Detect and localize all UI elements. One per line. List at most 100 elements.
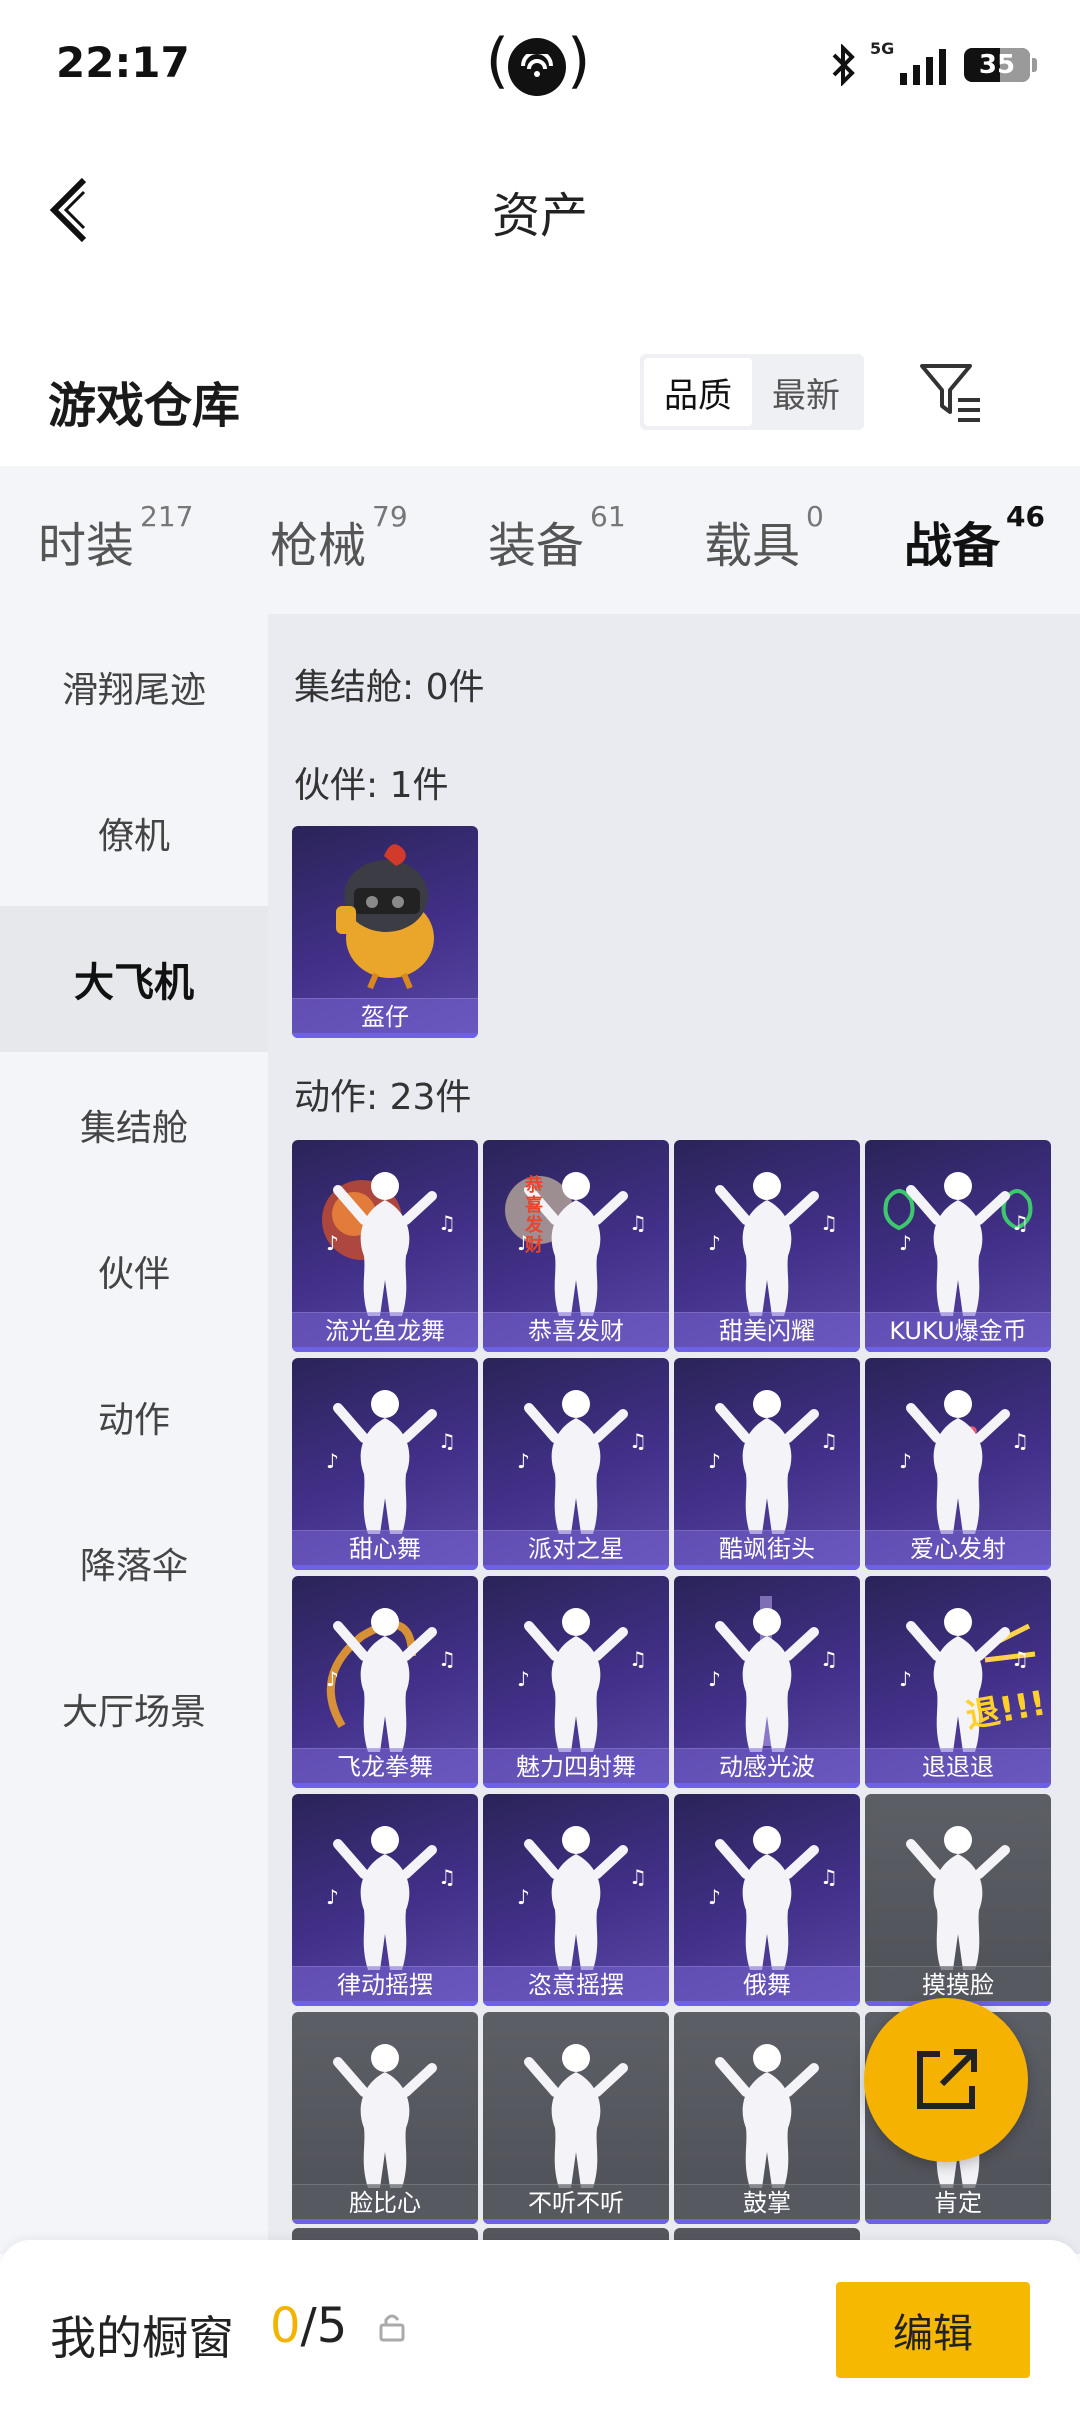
sidebar-item-lobby-scene[interactable]: 大厅场景 bbox=[0, 1636, 268, 1782]
showcase-count-current: 0 bbox=[270, 2298, 301, 2354]
tab-label: 枪械 bbox=[270, 518, 367, 574]
card-rarity-bar bbox=[674, 1347, 860, 1352]
card-rarity-bar bbox=[483, 1565, 669, 1570]
tab-label: 装备 bbox=[488, 518, 585, 574]
emote-card[interactable]: 鼓掌 bbox=[674, 2012, 860, 2224]
tab-label: 载具 bbox=[704, 518, 801, 574]
card-label: 派对之星 bbox=[528, 1535, 624, 1563]
emote-card[interactable]: ♪ ♫ 动感光波 bbox=[674, 1576, 860, 1788]
card-rarity-bar bbox=[292, 1565, 478, 1570]
tab-combat-gear[interactable]: 战备46 bbox=[904, 500, 1045, 626]
card-rarity-bar bbox=[292, 1033, 478, 1038]
svg-text:♪: ♪ bbox=[517, 1885, 530, 1909]
svg-text:♫: ♫ bbox=[438, 1211, 456, 1235]
status-time: 22:17 bbox=[56, 38, 190, 87]
emote-card[interactable]: ♪ ♫ 律动摇摆 bbox=[292, 1794, 478, 2006]
edit-button[interactable]: 编辑 bbox=[836, 2282, 1030, 2378]
card-label: 脸比心 bbox=[349, 2189, 421, 2217]
emotes-section-title: 动作: 23件 bbox=[294, 1077, 472, 1118]
card-label: 流光鱼龙舞 bbox=[325, 1317, 445, 1345]
sidebar-item-rally-pod[interactable]: 集结舱 bbox=[0, 1052, 268, 1198]
sidebar-item-emotes[interactable]: 动作 bbox=[0, 1344, 268, 1490]
filter-icon[interactable] bbox=[918, 360, 984, 426]
card-rarity-bar bbox=[865, 1347, 1051, 1352]
sort-quality-button[interactable]: 品质 bbox=[644, 358, 752, 426]
category-tabs: 时装217 枪械79 装备61 载具0 战备46 bbox=[0, 466, 1080, 626]
tab-count: 0 bbox=[806, 500, 824, 533]
section-title: 游戏仓库 bbox=[48, 378, 241, 434]
emote-card[interactable]: ♪ ♫ 流光鱼龙舞 bbox=[292, 1140, 478, 1352]
card-label: 甜心舞 bbox=[349, 1535, 421, 1563]
sidebar-item-partner[interactable]: 伙伴 bbox=[0, 1198, 268, 1344]
tab-vehicles[interactable]: 载具0 bbox=[704, 500, 824, 576]
dynamic-island: () bbox=[485, 26, 591, 96]
tab-count: 46 bbox=[1006, 500, 1045, 533]
tab-guns[interactable]: 枪械79 bbox=[270, 500, 408, 576]
partner-card[interactable]: 盔仔 bbox=[292, 826, 478, 1038]
svg-text:♪: ♪ bbox=[326, 1667, 339, 1691]
partner-section-title: 伙伴: 1件 bbox=[294, 765, 449, 806]
showcase-label: 我的橱窗 bbox=[50, 2311, 234, 2365]
emote-card[interactable]: ♪ ♫ KUKU爆金币 bbox=[865, 1140, 1051, 1352]
emote-card[interactable]: ♪ ♫ 酷飒街头 bbox=[674, 1358, 860, 1570]
svg-text:♫: ♫ bbox=[629, 1865, 647, 1889]
svg-text:♫: ♫ bbox=[438, 1865, 456, 1889]
svg-text:♪: ♪ bbox=[517, 1667, 530, 1691]
card-rarity-bar bbox=[483, 1783, 669, 1788]
emote-card[interactable]: 摸摸脸 bbox=[865, 1794, 1051, 2006]
card-rarity-bar bbox=[292, 2219, 478, 2224]
svg-text:♫: ♫ bbox=[1011, 1211, 1029, 1235]
emote-card[interactable]: ♪ ♫ 魅力四射舞 bbox=[483, 1576, 669, 1788]
emote-card[interactable]: ♪ ♫ 飞龙拳舞 bbox=[292, 1576, 478, 1788]
card-label: 飞龙拳舞 bbox=[337, 1753, 433, 1781]
emote-card[interactable]: ♪ ♫ 恣意摇摆 bbox=[483, 1794, 669, 2006]
card-rarity-bar bbox=[674, 2001, 860, 2006]
sidebar: 滑翔尾迹 僚机 大飞机 集结舱 伙伴 动作 降落伞 大厅场景 bbox=[0, 614, 268, 2254]
sidebar-item-glide-trail[interactable]: 滑翔尾迹 bbox=[0, 614, 268, 760]
emote-card[interactable]: ♪ ♫ 恭喜发财 恭喜发财 bbox=[483, 1140, 669, 1352]
svg-text:♫: ♫ bbox=[629, 1429, 647, 1453]
card-rarity-bar bbox=[292, 2001, 478, 2006]
emote-card[interactable]: ♪ ♫ 俄舞 bbox=[674, 1794, 860, 2006]
emote-card[interactable]: ♪ ♫ 甜心舞 bbox=[292, 1358, 478, 1570]
svg-text:♫: ♫ bbox=[438, 1429, 456, 1453]
tab-fashion[interactable]: 时装217 bbox=[38, 500, 193, 576]
card-rarity-bar bbox=[292, 1347, 478, 1352]
emote-card[interactable]: ♪ ♫ 派对之星 bbox=[483, 1358, 669, 1570]
emote-card[interactable]: ♪ ♫ 爱心发射 bbox=[865, 1358, 1051, 1570]
card-label: 肯定 bbox=[934, 2189, 982, 2217]
svg-text:♫: ♫ bbox=[820, 1865, 838, 1889]
emote-card[interactable]: ♪ ♫ 甜美闪耀 bbox=[674, 1140, 860, 1352]
sidebar-item-parachute[interactable]: 降落伞 bbox=[0, 1490, 268, 1636]
svg-text:♪: ♪ bbox=[326, 1885, 339, 1909]
bottom-bar: 我的橱窗 0/5 编辑 bbox=[0, 2240, 1080, 2414]
card-label: 不听不听 bbox=[528, 2189, 624, 2217]
svg-text:♪: ♪ bbox=[517, 1449, 530, 1473]
emote-card[interactable]: 脸比心 bbox=[292, 2012, 478, 2224]
svg-text:♫: ♫ bbox=[820, 1647, 838, 1671]
svg-text:♪: ♪ bbox=[708, 1667, 721, 1691]
network-type: 5G bbox=[870, 39, 895, 58]
card-label: 恭喜发财 bbox=[528, 1317, 624, 1345]
svg-text:♪: ♪ bbox=[899, 1667, 912, 1691]
nav-bar: 资产 bbox=[0, 130, 1080, 280]
card-rarity-bar bbox=[865, 2219, 1051, 2224]
svg-text:♪: ♪ bbox=[708, 1231, 721, 1255]
emote-card[interactable]: ♪ ♫ 退退退 退!!! bbox=[865, 1576, 1051, 1788]
svg-text:♫: ♫ bbox=[1011, 1647, 1029, 1671]
svg-text:♫: ♫ bbox=[820, 1211, 838, 1235]
card-label: 俄舞 bbox=[743, 1971, 791, 1999]
card-label: 爱心发射 bbox=[910, 1535, 1006, 1563]
card-label: 甜美闪耀 bbox=[719, 1317, 815, 1345]
sort-newest-button[interactable]: 最新 bbox=[752, 358, 860, 426]
sidebar-item-wingman[interactable]: 僚机 bbox=[0, 760, 268, 906]
showcase-count-total: /5 bbox=[300, 2298, 348, 2354]
share-button[interactable] bbox=[864, 1998, 1028, 2162]
gongxi-overlay-text: 恭喜发财 bbox=[525, 1175, 543, 1256]
sidebar-item-airplane[interactable]: 大飞机 bbox=[0, 906, 268, 1052]
card-rarity-bar bbox=[483, 2001, 669, 2006]
tab-equipment[interactable]: 装备61 bbox=[488, 500, 626, 576]
card-label: 摸摸脸 bbox=[922, 1971, 994, 1999]
warehouse-header: 游戏仓库 品质 最新 bbox=[0, 330, 1080, 460]
emote-card[interactable]: 不听不听 bbox=[483, 2012, 669, 2224]
